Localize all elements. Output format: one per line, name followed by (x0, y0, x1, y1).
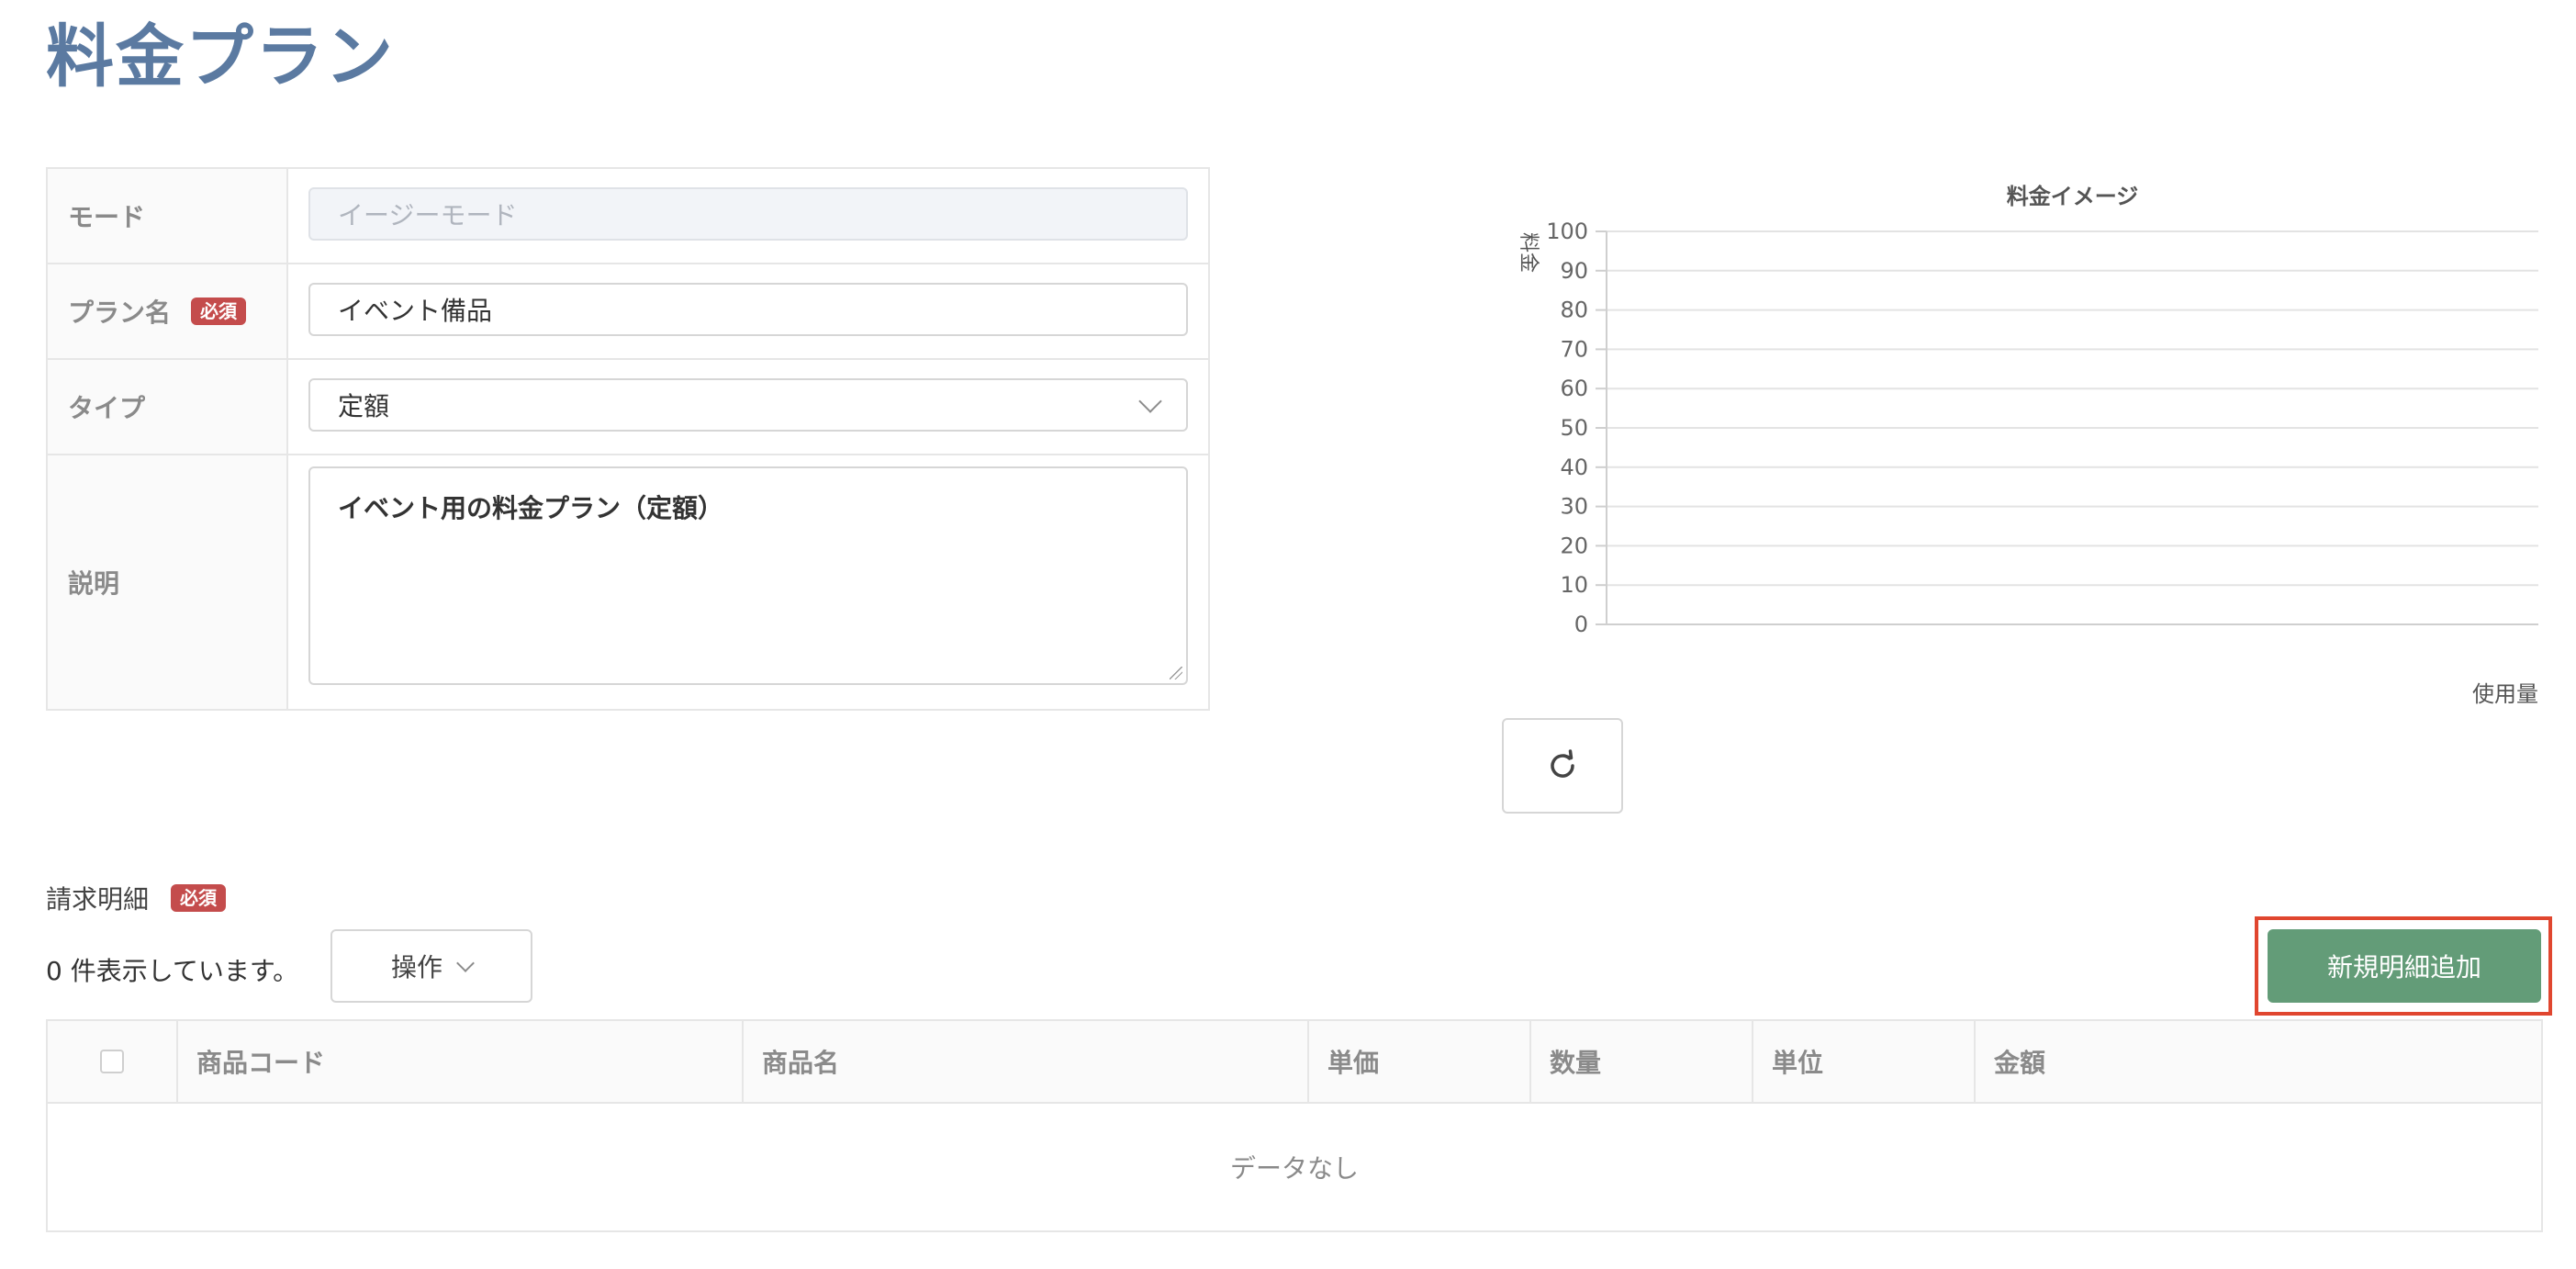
form-row-mode: モード イージーモード (48, 169, 1208, 264)
description-label: 説明 (48, 455, 288, 709)
type-select-value: 定額 (338, 391, 390, 421)
column-header[interactable]: 数量 (1531, 1021, 1753, 1102)
chart-ylabel: 料金 (1517, 232, 1540, 273)
chart-tick-label: 0 (1574, 612, 1588, 637)
mode-input: イージーモード (308, 187, 1188, 241)
chart-tick-label: 100 (1546, 219, 1588, 244)
column-header[interactable]: 商品コード (178, 1021, 744, 1102)
chart-tick-label: 90 (1560, 258, 1588, 284)
refresh-button[interactable] (1502, 718, 1623, 814)
resize-handle-icon[interactable] (1170, 667, 1182, 679)
chart-tick-label: 40 (1560, 455, 1588, 480)
chart-tick-label: 30 (1560, 494, 1588, 520)
chevron-down-icon (1138, 389, 1162, 413)
select-all-checkbox[interactable] (100, 1050, 124, 1073)
plan-name-input[interactable]: イベント備品 (308, 283, 1188, 336)
description-textarea[interactable]: イベント用の料金プラン（定額） (308, 466, 1188, 685)
chart-xlabel: 使用量 (2472, 681, 2538, 707)
page-title: 料金プラン (46, 17, 395, 96)
billing-details-label-text: 請求明細 (46, 884, 150, 915)
chart-tick-label: 10 (1560, 572, 1588, 598)
form-row-type: タイプ 定額 (48, 360, 1208, 455)
chart-tick-label: 60 (1560, 376, 1588, 401)
column-header[interactable]: 単価 (1309, 1021, 1531, 1102)
type-select[interactable]: 定額 (308, 378, 1188, 432)
chart-tick-label: 20 (1560, 533, 1588, 558)
chevron-down-icon (456, 954, 475, 972)
add-detail-button[interactable]: 新規明細追加 (2268, 929, 2541, 1003)
type-label: タイプ (48, 360, 288, 454)
operations-dropdown-button[interactable]: 操作 (330, 929, 532, 1003)
form-row-plan-name: プラン名 必須 イベント備品 (48, 264, 1208, 360)
chart-tick-label: 50 (1560, 415, 1588, 441)
details-table: 商品コード 商品名 単価 数量 単位 金額 データなし (46, 1019, 2543, 1232)
plan-name-label-text: プラン名 (68, 298, 172, 328)
form-row-description: 説明 イベント用の料金プラン（定額） (48, 455, 1208, 709)
column-header[interactable]: 金額 (1976, 1021, 2541, 1102)
chart-tick-label: 70 (1560, 336, 1588, 362)
record-count: 0 件表示しています。 (46, 956, 299, 986)
column-header[interactable]: 単位 (1753, 1021, 1976, 1102)
price-chart: 料金イメージ 料金 100 90 80 70 60 50 40 30 20 10 0 使用量 (1496, 174, 2543, 725)
operations-label: 操作 (390, 952, 442, 983)
required-badge: 必須 (191, 298, 247, 325)
chart-tick-label: 80 (1560, 298, 1588, 323)
empty-state: データなし (1229, 1153, 1359, 1184)
required-badge: 必須 (171, 884, 227, 912)
price-chart-svg: 料金イメージ料金1009080706050403020100使用量 (1517, 184, 2538, 707)
mode-label: モード (48, 169, 288, 263)
billing-details-label: 請求明細 必須 (46, 880, 227, 916)
column-header[interactable]: 商品名 (744, 1021, 1309, 1102)
header-select-cell (48, 1021, 178, 1102)
table-header: 商品コード 商品名 単価 数量 単位 金額 (48, 1021, 2541, 1104)
refresh-icon (1551, 749, 1574, 778)
plan-form: モード イージーモード プラン名 必須 イベント備品 タイプ 定額 説明 イベン… (46, 167, 1210, 711)
chart-title: 料金イメージ (2007, 184, 2139, 209)
plan-name-label: プラン名 必須 (48, 264, 288, 358)
description-text: イベント用の料金プラン（定額） (338, 493, 724, 523)
